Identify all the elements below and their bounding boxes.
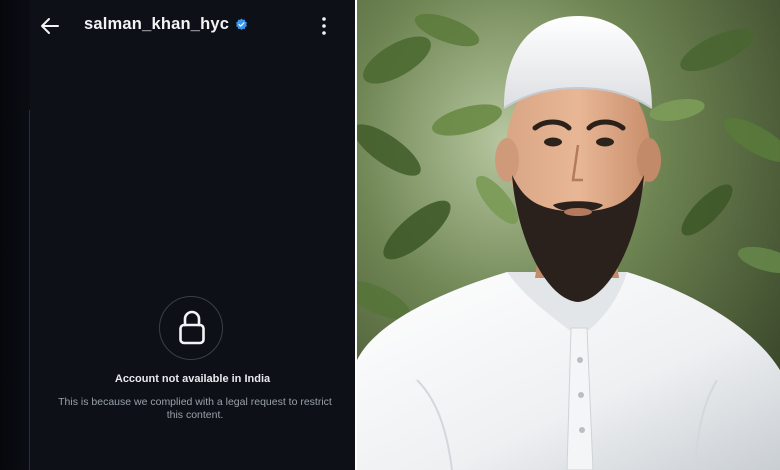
- lock-badge: [159, 296, 223, 360]
- phone-edge: [0, 0, 30, 470]
- profile-header: salman_khan_hyc: [30, 0, 355, 52]
- restriction-description: This is because we complied with a legal…: [58, 396, 332, 421]
- composite-image: salman_khan_hyc Account not available in…: [0, 0, 780, 470]
- arrow-left-icon: [41, 18, 59, 34]
- lock-icon: [179, 310, 205, 345]
- more-vertical-icon: [322, 17, 326, 35]
- restricted-profile-screen: salman_khan_hyc Account not available in…: [0, 0, 355, 470]
- man-portrait-illustration: [357, 0, 780, 470]
- restriction-title: Account not available in India: [114, 373, 271, 385]
- phone-edge-line: [29, 110, 30, 470]
- verified-badge-icon: [235, 18, 248, 31]
- profile-username: salman_khan_hyc: [84, 15, 230, 33]
- username-row: salman_khan_hyc: [84, 15, 248, 34]
- more-options-button[interactable]: [317, 14, 331, 38]
- profile-photo: [357, 0, 780, 470]
- back-button[interactable]: [38, 14, 62, 38]
